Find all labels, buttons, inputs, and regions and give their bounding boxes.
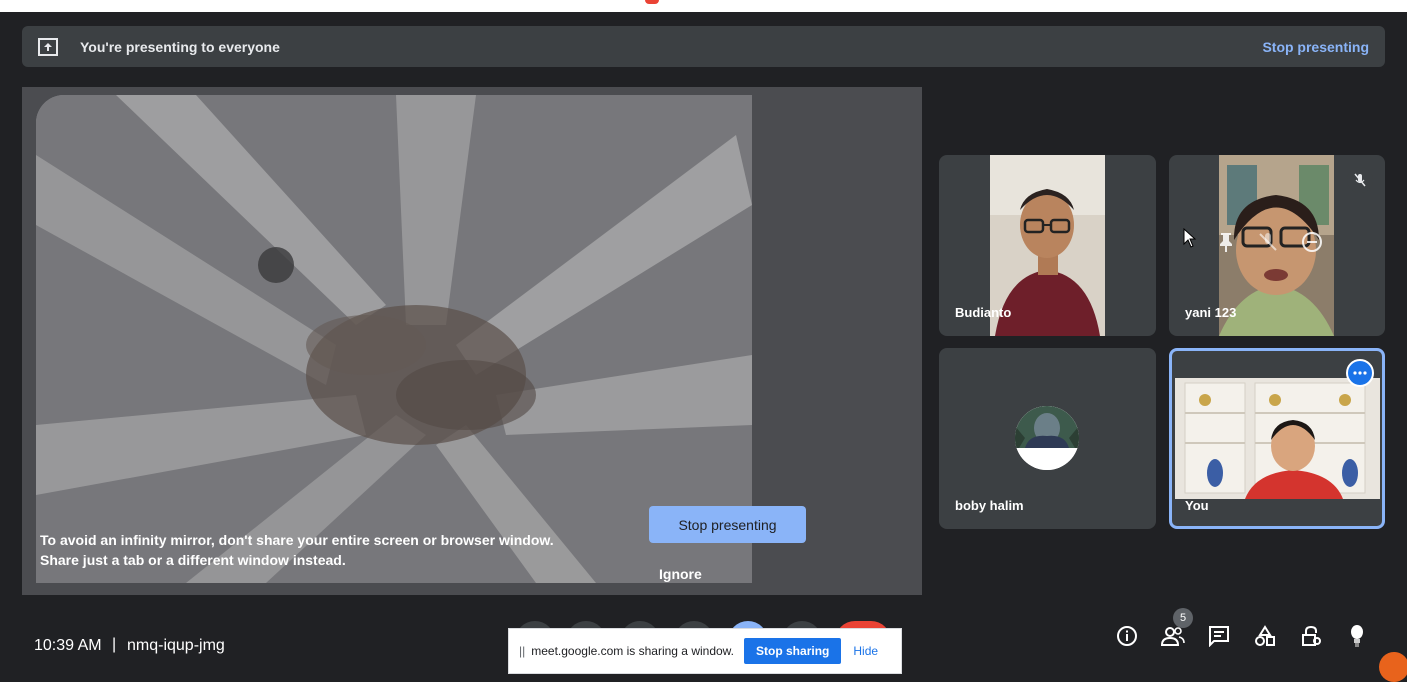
meeting-details-icon[interactable] [1115,624,1139,648]
tile-hover-actions [1217,231,1323,258]
chat-icon[interactable] [1207,624,1231,648]
participant-tile[interactable]: boby halim [939,348,1156,529]
meeting-code: nmq-iqup-jmg [127,637,225,654]
pin-icon[interactable] [1217,231,1235,258]
more-options-icon[interactable] [1346,359,1374,387]
stop-presenting-button[interactable]: Stop presenting [649,506,806,543]
people-icon[interactable]: 5 [1161,608,1193,648]
recording-indicator [645,0,659,4]
separator: | [112,636,117,653]
mic-off-icon [1347,167,1373,193]
host-controls-icon[interactable] [1299,624,1323,648]
participant-tile[interactable]: yani 123 [1169,155,1385,336]
present-to-all-icon [38,37,58,57]
meeting-time: 10:39 AM [34,637,102,654]
infinity-mirror-warning: To avoid an infinity mirror, don't share… [40,530,554,570]
banner-stop-presenting-link[interactable]: Stop presenting [1262,39,1369,55]
participant-name: Budianto [955,305,1012,320]
people-count-badge: 5 [1173,608,1193,628]
sharing-message: meet.google.com is sharing a window. [531,644,735,658]
activities-icon[interactable] [1253,624,1277,648]
mute-participant-icon[interactable] [1257,231,1279,258]
presenting-banner: You're presenting to everyone Stop prese… [22,26,1385,67]
participant-name: yani 123 [1185,305,1237,320]
browser-sharing-bar: || meet.google.com is sharing a window. … [508,628,902,674]
avatar [1015,406,1079,470]
participant-name: boby halim [955,498,1024,513]
participant-name: You [1185,498,1209,513]
right-controls: 5 [1115,608,1369,648]
warning-line-2: Share just a tab or a different window i… [40,552,346,568]
participant-tile[interactable]: Budianto [939,155,1156,336]
warning-line-1: To avoid an infinity mirror, don't share… [40,532,554,548]
lightbulb-icon[interactable] [1345,624,1369,648]
stop-sharing-button[interactable]: Stop sharing [744,638,842,664]
hide-button[interactable]: Hide [853,644,878,658]
remove-participant-icon[interactable] [1301,231,1323,258]
shared-window-image [36,95,752,583]
self-video [1175,378,1380,499]
mouse-cursor-icon [1183,228,1197,248]
browser-top-strip [0,0,1407,12]
share-dim-overlay [36,95,752,583]
ignore-button[interactable]: Ignore [659,566,702,582]
presenting-message: You're presenting to everyone [80,38,280,55]
drag-handle-icon[interactable]: || [519,644,525,658]
self-view-tile[interactable]: You [1169,348,1385,529]
assistant-bubble[interactable] [1379,652,1407,682]
